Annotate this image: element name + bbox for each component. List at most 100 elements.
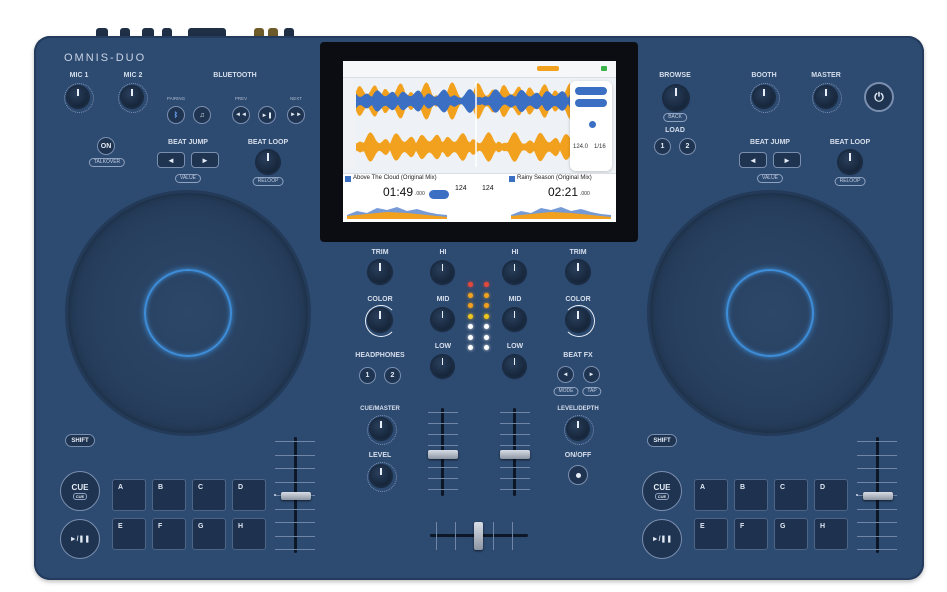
left-pad[interactable]: D bbox=[232, 479, 266, 511]
mic1-knob[interactable] bbox=[68, 87, 88, 107]
left-play-button[interactable]: ►/❚❚ bbox=[60, 519, 100, 559]
triangle-right-icon: ► bbox=[783, 155, 791, 165]
cue-label: CUE bbox=[71, 482, 89, 492]
load-deck2-button[interactable]: 2 bbox=[679, 138, 696, 155]
fx-prev-button[interactable]: ◄ bbox=[557, 366, 574, 383]
deck1-bpm: 124 bbox=[455, 185, 467, 192]
fader-tick bbox=[275, 481, 315, 483]
browse-encoder[interactable] bbox=[664, 86, 688, 110]
panel-button[interactable] bbox=[575, 87, 607, 95]
hp-level-knob[interactable] bbox=[371, 466, 391, 486]
right-pad[interactable]: C bbox=[774, 479, 808, 511]
talkover-on-button[interactable]: ON bbox=[97, 137, 115, 155]
right-play-button[interactable]: ►/❚❚ bbox=[642, 519, 682, 559]
cue-master-knob[interactable] bbox=[371, 419, 391, 439]
right-color-knob[interactable] bbox=[567, 309, 589, 331]
right-beat-loop-encoder[interactable] bbox=[839, 151, 861, 173]
bt-next-button[interactable]: ►► bbox=[287, 106, 305, 124]
right-pad[interactable]: E bbox=[694, 518, 728, 550]
right-low-label: LOW bbox=[506, 343, 524, 350]
mic2-knob[interactable] bbox=[122, 87, 142, 107]
right-cue-button[interactable]: CUE CUE bbox=[642, 471, 682, 511]
fader-tick bbox=[857, 508, 897, 510]
right-mid-knob[interactable] bbox=[504, 309, 525, 330]
left-color-knob[interactable] bbox=[369, 309, 391, 331]
waveform-view bbox=[356, 81, 570, 167]
left-pad[interactable]: A bbox=[112, 479, 146, 511]
beat-loop-encoder[interactable] bbox=[257, 151, 279, 173]
left-cue-button[interactable]: CUE CUE bbox=[60, 471, 100, 511]
beat-jump-forward-button[interactable]: ► bbox=[191, 152, 219, 168]
master-knob[interactable] bbox=[816, 87, 836, 107]
left-pad[interactable]: E bbox=[112, 518, 146, 550]
fx-level-depth-knob[interactable] bbox=[568, 419, 588, 439]
deck2-overview bbox=[511, 207, 611, 219]
left-channel-fader[interactable] bbox=[428, 450, 458, 459]
deck2-ratio: 1/16 bbox=[594, 144, 606, 150]
headphone-cue-1-button[interactable]: 1 bbox=[359, 367, 376, 384]
bluetooth-pairing-button[interactable]: ᛒ bbox=[167, 106, 185, 124]
cue-master-label: CUE/MASTER bbox=[360, 406, 400, 412]
fader-tick bbox=[275, 454, 315, 456]
sync-button[interactable] bbox=[429, 190, 449, 199]
left-trim-knob[interactable] bbox=[369, 261, 391, 283]
left-low-knob[interactable] bbox=[432, 356, 453, 377]
fader-tick bbox=[428, 434, 458, 435]
power-button[interactable]: ⏻ bbox=[864, 82, 894, 112]
right-pad[interactable]: F bbox=[734, 518, 768, 550]
panel-toggle[interactable] bbox=[589, 121, 596, 128]
headphone-icon: ♫ bbox=[199, 111, 205, 119]
right-pad[interactable]: G bbox=[774, 518, 808, 550]
left-shift-button[interactable]: SHIFT bbox=[65, 434, 95, 447]
left-pad[interactable]: G bbox=[192, 518, 226, 550]
left-trim-label: TRIM bbox=[371, 249, 389, 256]
fader-tick bbox=[857, 549, 897, 550]
booth-knob[interactable] bbox=[754, 87, 774, 107]
right-pad[interactable]: A bbox=[694, 479, 728, 511]
deck1-ms: .000 bbox=[415, 191, 425, 197]
fx-next-button[interactable]: ► bbox=[583, 366, 600, 383]
right-trim-knob[interactable] bbox=[567, 261, 589, 283]
panel-button[interactable] bbox=[575, 99, 607, 107]
right-pad[interactable]: D bbox=[814, 479, 848, 511]
left-pad[interactable]: H bbox=[232, 518, 266, 550]
deck2-bpm-detail: 124.0 bbox=[573, 144, 589, 150]
bt-playpause-button[interactable]: ►❚ bbox=[258, 106, 276, 124]
right-shift-button[interactable]: SHIFT bbox=[647, 434, 677, 447]
left-pad[interactable]: F bbox=[152, 518, 186, 550]
bt-prev-button[interactable]: ◄◄ bbox=[232, 106, 250, 124]
fader-tick bbox=[275, 508, 315, 510]
right-beat-jump-back-button[interactable]: ◄ bbox=[739, 152, 767, 168]
right-low-knob[interactable] bbox=[504, 356, 525, 377]
right-channel-fader[interactable] bbox=[500, 450, 530, 459]
left-mid-knob[interactable] bbox=[432, 309, 453, 330]
right-pitch-fader[interactable] bbox=[863, 492, 893, 500]
right-pad[interactable]: B bbox=[734, 479, 768, 511]
master-label: MASTER bbox=[811, 72, 841, 79]
left-jog-ring bbox=[144, 269, 232, 357]
vu-led bbox=[484, 303, 489, 308]
deck2-bpm: 124 bbox=[482, 185, 494, 192]
right-mid-label: MID bbox=[508, 296, 522, 303]
right-pad[interactable]: H bbox=[814, 518, 848, 550]
left-hi-label: HI bbox=[439, 249, 447, 256]
cue-label: CUE bbox=[653, 482, 671, 492]
fader-tick bbox=[500, 467, 530, 468]
value-label: VALUE bbox=[174, 174, 202, 183]
left-pad[interactable]: C bbox=[192, 479, 226, 511]
left-pad[interactable]: B bbox=[152, 479, 186, 511]
talkover-label: TALKOVER bbox=[88, 158, 126, 167]
vu-led bbox=[484, 282, 489, 287]
right-hi-knob[interactable] bbox=[504, 262, 525, 283]
crossfader[interactable] bbox=[474, 522, 483, 550]
left-hi-knob[interactable] bbox=[432, 262, 453, 283]
headphone-bt-button[interactable]: ♫ bbox=[193, 106, 211, 124]
prev-label: PREV bbox=[234, 96, 248, 101]
center-dot bbox=[856, 494, 858, 496]
load-deck1-button[interactable]: 1 bbox=[654, 138, 671, 155]
fx-on-off-button[interactable] bbox=[568, 465, 588, 485]
left-pitch-fader[interactable] bbox=[281, 492, 311, 500]
right-beat-jump-forward-button[interactable]: ► bbox=[773, 152, 801, 168]
beat-jump-back-button[interactable]: ◄ bbox=[157, 152, 185, 168]
headphone-cue-2-button[interactable]: 2 bbox=[384, 367, 401, 384]
